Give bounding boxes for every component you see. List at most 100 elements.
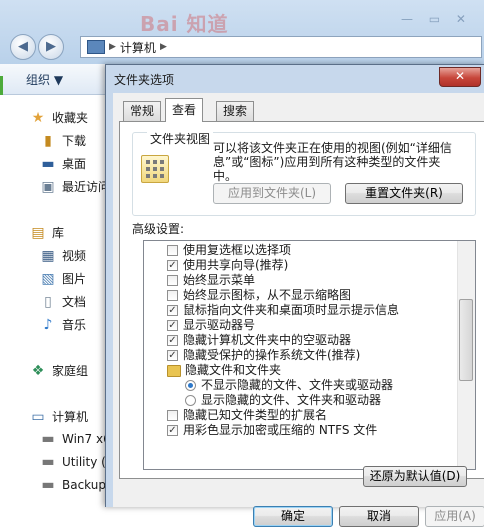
apply-to-folders-button[interactable]: 应用到文件夹(L): [213, 183, 331, 204]
pictures-icon: ▧: [41, 270, 55, 287]
sidebar-item-recent[interactable]: ▣ 最近访问: [40, 178, 110, 195]
checkbox-unchecked[interactable]: [167, 290, 178, 301]
homegroup-icon: ❖: [31, 362, 45, 379]
advanced-settings-label: 高级设置:: [132, 222, 185, 236]
radio-unselected[interactable]: [185, 395, 196, 406]
address-path[interactable]: 计算机: [120, 39, 156, 56]
sidebar-item-label: 收藏夹: [52, 111, 89, 125]
close-button[interactable]: ✕: [439, 67, 481, 87]
setting-hide-empty-drives[interactable]: ✓ 隐藏计算机文件夹中的空驱动器: [167, 333, 351, 348]
setting-label: 显示驱动器号: [183, 318, 256, 332]
sidebar-item-music[interactable]: ♪ 音乐: [40, 316, 86, 333]
sidebar-item-computer[interactable]: ▭ 计算机: [30, 408, 88, 425]
cancel-button[interactable]: 取消: [339, 506, 419, 527]
sidebar-item-drive[interactable]: ▬ Backup: [40, 477, 106, 493]
checkbox-checked[interactable]: ✓: [167, 425, 178, 436]
sidebar-item-label: Backup: [62, 478, 106, 492]
setting-always-show-menus[interactable]: 始终显示菜单: [167, 273, 255, 288]
navigation-pane: ★ 收藏夹 ▮ 下载 ▬ 桌面 ▣ 最近访问 ▤ 库 ▦ 视频 ▧ 图片 ▯ 文: [0, 95, 113, 506]
dialog-body: 常规 查看 搜索 文件夹视图 可以将该文件夹正在使用的视图(例如“详细信息”或“…: [113, 93, 484, 527]
library-icon: ▤: [31, 224, 45, 241]
checkbox-checked[interactable]: ✓: [167, 260, 178, 271]
setting-hide-extensions[interactable]: 隐藏已知文件类型的扩展名: [167, 408, 327, 423]
sidebar-item-favorites[interactable]: ★ 收藏夹: [30, 109, 88, 126]
tab-general[interactable]: 常规: [123, 101, 162, 121]
tab-search[interactable]: 搜索: [216, 101, 255, 121]
setting-label: 使用复选框以选择项: [183, 243, 292, 257]
sidebar-item-drive[interactable]: ▬ Utility (E: [40, 454, 113, 470]
setting-dont-show-hidden[interactable]: 不显示隐藏的文件、文件夹或驱动器: [185, 378, 393, 393]
setting-hide-protected-files[interactable]: ✓ 隐藏受保护的操作系统文件(推荐): [167, 348, 360, 363]
documents-icon: ▯: [44, 293, 52, 310]
setting-color-ntfs[interactable]: ✓ 用彩色显示加密或压缩的 NTFS 文件: [167, 423, 377, 438]
setting-label: 用彩色显示加密或压缩的 NTFS 文件: [183, 423, 378, 437]
checkbox-unchecked[interactable]: [167, 245, 178, 256]
sidebar-item-desktop[interactable]: ▬ 桌面: [40, 155, 86, 172]
sidebar-item-label: 家庭组: [52, 364, 89, 378]
organize-menu[interactable]: 组织 ▼: [26, 71, 63, 88]
checkbox-checked[interactable]: ✓: [167, 320, 178, 331]
setting-label: 隐藏计算机文件夹中的空驱动器: [183, 333, 352, 347]
checkbox-checked[interactable]: ✓: [167, 335, 178, 346]
sidebar-item-label: 图片: [62, 272, 87, 286]
scrollbar-thumb[interactable]: [459, 299, 473, 381]
view-tab-panel: 文件夹视图 可以将该文件夹正在使用的视图(例如“详细信息”或“图标”)应用到所有…: [119, 121, 484, 479]
computer-icon: ▭: [31, 408, 45, 425]
drive-icon: ▬: [41, 477, 55, 493]
sidebar-item-libraries[interactable]: ▤ 库: [30, 224, 64, 241]
advanced-settings-list[interactable]: 使用复选框以选择项 ✓ 使用共享向导(推荐) 始终显示菜单 始终显示图标，从不显…: [143, 240, 476, 470]
address-bar[interactable]: ▶ 计算机 ▶: [80, 36, 482, 58]
window-controls[interactable]: — ▭ ✕: [401, 12, 472, 26]
vertical-scrollbar[interactable]: [457, 241, 475, 469]
radio-selected[interactable]: [185, 380, 196, 391]
drive-icon: ▬: [41, 431, 55, 447]
sidebar-item-label: 下载: [62, 134, 87, 148]
setting-label: 鼠标指向文件夹和桌面项时显示提示信息: [183, 303, 400, 317]
checkbox-checked[interactable]: ✓: [167, 350, 178, 361]
computer-icon: [87, 40, 105, 54]
folder-icon: [167, 364, 181, 377]
sidebar-item-label: 最近访问: [62, 180, 111, 194]
desktop-icon: ▬: [41, 155, 55, 172]
sidebar-item-drive[interactable]: ▬ Win7 x6: [40, 431, 111, 447]
checkbox-unchecked[interactable]: [167, 275, 178, 286]
drive-icon: ▬: [41, 454, 55, 470]
back-button[interactable]: ◀: [10, 34, 36, 60]
sidebar-item-label: 桌面: [62, 157, 87, 171]
setting-show-tooltips[interactable]: ✓ 鼠标指向文件夹和桌面项时显示提示信息: [167, 303, 399, 318]
sidebar-item-downloads[interactable]: ▮ 下载: [40, 132, 86, 149]
setting-show-drive-letters[interactable]: ✓ 显示驱动器号: [167, 318, 255, 333]
setting-label: 隐藏文件和文件夹: [185, 363, 282, 377]
folder-views-description: 可以将该文件夹正在使用的视图(例如“详细信息”或“图标”)应用到所有这种类型的文…: [213, 141, 452, 183]
setting-always-show-icons[interactable]: 始终显示图标，从不显示缩略图: [167, 288, 351, 303]
setting-show-hidden[interactable]: 显示隐藏的文件、文件夹和驱动器: [185, 393, 381, 408]
setting-label: 不显示隐藏的文件、文件夹或驱动器: [201, 378, 394, 392]
setting-use-checkboxes[interactable]: 使用复选框以选择项: [167, 243, 291, 258]
dialog-title: 文件夹选项: [114, 73, 175, 87]
sidebar-item-pictures[interactable]: ▧ 图片: [40, 270, 86, 287]
checkbox-unchecked[interactable]: [167, 410, 178, 421]
sidebar-item-label: 音乐: [62, 318, 87, 332]
tab-view[interactable]: 查看: [165, 98, 204, 122]
ok-button[interactable]: 确定: [253, 506, 333, 527]
sidebar-item-label: 库: [52, 226, 65, 240]
sidebar-item-homegroup[interactable]: ❖ 家庭组: [30, 362, 88, 379]
restore-defaults-button[interactable]: 还原为默认值(D): [363, 466, 467, 487]
browser-logo: Bai 知道: [140, 12, 229, 36]
reset-folders-button[interactable]: 重置文件夹(R): [345, 183, 463, 204]
setting-label: 使用共享向导(推荐): [183, 258, 289, 272]
explorer-titlebar: Bai 知道 — ▭ ✕ ◀ ▶ ▶ 计算机 ▶: [0, 0, 484, 64]
setting-sharing-wizard[interactable]: ✓ 使用共享向导(推荐): [167, 258, 288, 273]
apply-button[interactable]: 应用(A): [425, 506, 484, 527]
sidebar-item-documents[interactable]: ▯ 文档: [40, 293, 86, 310]
setting-label: 显示隐藏的文件、文件夹和驱动器: [201, 393, 382, 407]
sidebar-item-label: Win7 x6: [62, 432, 111, 446]
recent-places-icon: ▣: [41, 178, 55, 195]
forward-button[interactable]: ▶: [38, 34, 64, 60]
path-separator-icon[interactable]: ▶: [160, 42, 167, 52]
setting-label: 始终显示图标，从不显示缩略图: [183, 288, 352, 302]
star-icon: ★: [31, 109, 45, 126]
path-separator-icon[interactable]: ▶: [109, 42, 116, 52]
checkbox-checked[interactable]: ✓: [167, 305, 178, 316]
sidebar-item-videos[interactable]: ▦ 视频: [40, 247, 86, 264]
